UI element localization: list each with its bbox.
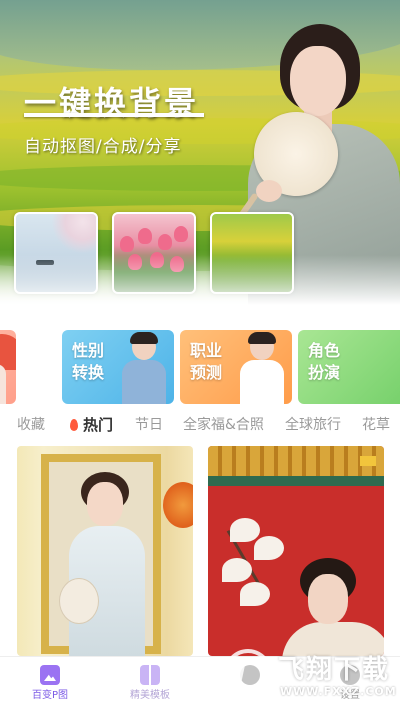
person-body: [240, 360, 284, 404]
category-card-role-play[interactable]: 角色 扮演: [298, 330, 400, 404]
person-hair: [248, 332, 276, 344]
tab-family-group[interactable]: 全家福&合照: [183, 414, 264, 436]
nav-photo-edit[interactable]: 百变P图: [10, 663, 90, 709]
person-figure: [0, 364, 6, 404]
tab-world-travel[interactable]: 全球旅行: [285, 414, 341, 436]
tulip-shape: [158, 234, 172, 250]
umbrella-icon: [0, 334, 16, 370]
category-label: 性别 转换: [72, 340, 116, 384]
tulip-shape: [174, 226, 188, 242]
tab-favorites[interactable]: 收藏: [17, 414, 45, 436]
fire-icon: [70, 419, 78, 431]
orange-flower: [163, 482, 193, 528]
tab-hot-label: 热门: [83, 416, 114, 434]
category-label-line: 预测: [190, 363, 223, 382]
tulip-shape: [138, 228, 152, 244]
category-label: 职业 预测: [190, 340, 234, 384]
category-label-line: 职业: [190, 341, 223, 360]
nav-label: 精美模板: [130, 690, 170, 701]
magnolia-flower: [230, 518, 260, 542]
hero-banner[interactable]: 一键换背景 自动抠图/合成/分享: [0, 0, 400, 305]
man-figure: [120, 332, 166, 404]
template-card-red-palace[interactable]: [208, 446, 384, 656]
site-watermark: 飞翔下载 WWW.FXXZ.COM: [224, 645, 398, 709]
category-card-gender-swap[interactable]: 性别 转换: [62, 330, 174, 404]
title-underline: [24, 113, 204, 117]
hero-subtitle: 自动抠图/合成/分享: [24, 137, 182, 157]
watermark-url: WWW.FXXZ.COM: [280, 685, 397, 698]
blossom-branch: [52, 214, 96, 254]
person-hair: [130, 332, 158, 344]
category-label-line: 转换: [72, 363, 105, 382]
category-label-line: 扮演: [308, 363, 341, 382]
template-card-qipao-frame[interactable]: [17, 446, 193, 656]
template-icon: [140, 665, 160, 685]
tab-flowers[interactable]: 花草: [362, 414, 390, 436]
nav-templates[interactable]: 精美模板: [110, 663, 190, 709]
hero-fade: [0, 255, 400, 305]
crown-icon: [360, 456, 376, 466]
magnolia-flower: [240, 582, 270, 606]
doctor-figure: [238, 332, 284, 404]
magnolia-flower: [254, 536, 284, 560]
tulip-shape: [120, 236, 134, 252]
person-body: [122, 360, 166, 404]
hero-title: 一键换背景: [24, 84, 200, 122]
feature-category-row: 性别 转换 职业 预测 角色 扮演: [0, 330, 400, 406]
model-face: [290, 46, 346, 116]
category-label-line: 性别: [72, 341, 105, 360]
category-label-line: 角色: [308, 341, 341, 360]
image-edit-icon: [40, 665, 60, 685]
model-hand: [256, 180, 282, 202]
template-category-tabs: 收藏 热门 节日 全家福&合照 全球旅行 花草: [0, 414, 400, 436]
category-card-partial[interactable]: [0, 330, 16, 404]
watermark-logo-icon: [224, 649, 272, 697]
tab-festival[interactable]: 节日: [135, 414, 163, 436]
category-label: 角色 扮演: [308, 340, 352, 384]
watermark-text: 飞翔下载: [278, 655, 391, 685]
model-face: [87, 482, 123, 526]
magnolia-flower: [222, 558, 252, 582]
palace-beam: [208, 476, 384, 486]
category-card-career-predict[interactable]: 职业 预测: [180, 330, 292, 404]
tab-hot[interactable]: 热门: [70, 414, 113, 436]
model-face: [308, 574, 348, 624]
round-fan: [59, 578, 99, 624]
nav-label: 百变P图: [31, 690, 69, 701]
